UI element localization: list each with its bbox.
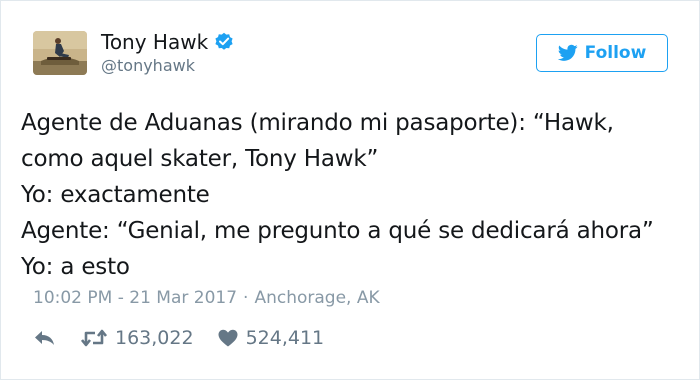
tweet-line: Yo: exactamente xyxy=(21,182,210,208)
twitter-bird-icon xyxy=(557,44,578,61)
tweet-timestamp[interactable]: 10:02 PM - 21 Mar 2017 xyxy=(33,288,237,308)
tweet-meta: 10:02 PM - 21 Mar 2017 · Anchorage, AK xyxy=(33,287,380,309)
tweet-line: Agente: “Genial, me pregunto a qué se de… xyxy=(21,218,654,244)
follow-label: Follow xyxy=(584,43,647,63)
retweet-icon xyxy=(81,329,107,347)
tweet-location[interactable]: Anchorage, AK xyxy=(254,288,379,308)
name-row: Tony Hawk xyxy=(101,30,234,54)
avatar[interactable] xyxy=(33,31,87,75)
tweet-line: Yo: a esto xyxy=(21,254,130,280)
tweet-card: Tony Hawk @tonyhawk Follow Agente de Adu… xyxy=(0,0,700,380)
like-action[interactable]: 524,411 xyxy=(218,327,325,349)
reply-icon[interactable] xyxy=(33,328,57,348)
author-info: Tony Hawk @tonyhawk xyxy=(101,30,234,76)
display-name[interactable]: Tony Hawk xyxy=(101,30,208,54)
follow-button[interactable]: Follow xyxy=(536,34,668,72)
tweet-text: Agente de Aduanas (mirando mi pasaporte)… xyxy=(21,105,691,285)
tweet-line: Agente de Aduanas (mirando mi pasaporte)… xyxy=(21,110,614,136)
tweet-actions: 163,022 524,411 xyxy=(33,323,324,353)
heart-icon xyxy=(218,329,238,347)
tweet-header: Tony Hawk @tonyhawk xyxy=(33,30,234,76)
retweet-action[interactable]: 163,022 xyxy=(81,327,194,349)
meta-separator: · xyxy=(243,288,249,308)
verified-badge-icon xyxy=(215,32,233,50)
like-count: 524,411 xyxy=(245,327,325,349)
retweet-count: 163,022 xyxy=(115,327,194,349)
tweet-line: como aquel skater, Tony Hawk” xyxy=(21,146,379,172)
handle[interactable]: @tonyhawk xyxy=(101,56,234,76)
